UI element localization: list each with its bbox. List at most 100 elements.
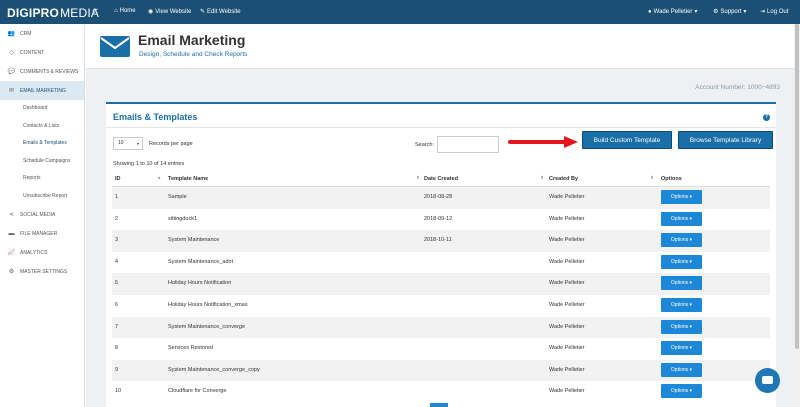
options-button[interactable]: Options ▾ xyxy=(661,276,702,291)
account-number: Account Number: 1000−4893 xyxy=(695,84,780,91)
sort-asc-icon[interactable]: ▲ xyxy=(157,175,161,180)
options-button[interactable]: Options ▾ xyxy=(661,341,702,356)
chat-icon[interactable] xyxy=(755,368,780,393)
nav-edit-website-label: Edit Website xyxy=(207,8,241,15)
table-row[interactable]: 4 System Maintenance_adot Wade Pelletier Op… xyxy=(112,252,770,274)
column-header-template-name[interactable]: Template Name xyxy=(168,176,208,182)
table-row[interactable]: 6 Holiday Hours Notification_xmas Wade Pel… xyxy=(112,295,770,317)
sidebar-sub-contacts-lists[interactable]: Contacts & Lists xyxy=(0,118,84,136)
cell-id: 1 xyxy=(115,194,119,200)
edit-icon: ✎ xyxy=(200,9,206,15)
sidebar-item-master-settings[interactable]: ⚙ MASTER SETTINGS xyxy=(0,262,84,281)
page-header: Email Marketing Design, Schedule and Che… xyxy=(86,24,794,69)
cell-by: Wade Pelletier xyxy=(549,366,585,373)
cell-name: sittingduck1 xyxy=(168,215,198,222)
user-menu[interactable]: ● Wade Pelletier ▾ xyxy=(648,8,697,16)
sort-icon[interactable]: ⇕ xyxy=(540,175,544,181)
cell-name: System Maintenance xyxy=(168,237,220,244)
table-row[interactable]: 7 System Maintenance_converge Wade Pelleti… xyxy=(112,316,770,339)
panel-title: Emails & Templates xyxy=(113,112,198,122)
sidebar-item-content[interactable]: ◇ CONTENT xyxy=(0,43,84,62)
cell-id: 3 xyxy=(115,237,119,244)
table-header: ID ▲ Template Name ⇕ Date Created ⇕ Crea… xyxy=(112,171,770,187)
column-header-created-by[interactable]: Created By xyxy=(549,176,578,182)
sidebar-sub-reports[interactable]: Reports xyxy=(0,170,84,188)
options-button[interactable]: Options ▾ xyxy=(661,211,702,226)
cell-name: Services Restored xyxy=(168,345,213,352)
sort-icon[interactable]: ⇕ xyxy=(416,175,420,181)
options-button[interactable]: Options ▾ xyxy=(661,384,702,399)
folder-icon: ▬ xyxy=(8,230,15,237)
table-body: 1 Sample 2018-08-28 Wade Pelletier Options ▾… xyxy=(112,187,770,403)
search-label: Search: xyxy=(415,142,434,148)
nav-home[interactable]: ⌂ Home xyxy=(114,8,136,14)
options-button[interactable]: Options ▾ xyxy=(661,297,702,312)
sidebar-item-crm[interactable]: 👥 CRM xyxy=(0,24,84,43)
table-row[interactable]: 5 Holiday Hours Notification Wade Pelletie… xyxy=(112,273,770,295)
records-per-page-select[interactable]: 10 ▾ xyxy=(113,137,143,150)
nav-view-website-label: View Website xyxy=(155,8,192,15)
browse-template-library-button[interactable]: Browse Template Library xyxy=(678,131,773,149)
cell-name: System Maintenance_converge xyxy=(168,323,246,330)
support-menu[interactable]: ⚙ Support ▾ xyxy=(713,8,746,16)
build-custom-template-button[interactable]: Build Custom Template xyxy=(582,131,672,149)
cell-id: 4 xyxy=(115,258,119,265)
sidebar-item-social-media[interactable]: ⋖ SOCIAL MEDIA xyxy=(0,205,84,224)
sidebar-item-label: EMAIL MARKETING xyxy=(20,87,66,94)
sidebar-sub-dashboard[interactable]: Dashboard xyxy=(0,100,84,118)
sidebar-item-file-manager[interactable]: ▬ FILE MANAGER xyxy=(0,224,84,243)
sidebar-item-email-marketing[interactable]: ✉ EMAIL MARKETING xyxy=(0,81,84,100)
sidebar-sub-schedule-campaigns[interactable]: Schedule Campaigns xyxy=(0,153,84,171)
envelope-icon xyxy=(100,36,130,57)
sidebar-item-label: FILE MANAGER xyxy=(20,230,58,237)
share-icon: ⋖ xyxy=(8,212,15,218)
diamond-icon: ◇ xyxy=(9,50,14,56)
gear-icon: ⚙ xyxy=(713,9,719,15)
table-row[interactable]: 10 Cloudflare for Converge Wade Pelletier O… xyxy=(112,381,770,403)
sidebar-item-label: ANALYTICS xyxy=(20,249,48,256)
envelope-icon: ✉ xyxy=(8,88,15,94)
search-input[interactable] xyxy=(437,136,499,153)
collapse-sidebar-icon[interactable]: « xyxy=(92,5,98,17)
top-bar: DIGIPROMEDIA « ⌂ Home ◉ View Website ✎ E… xyxy=(0,0,800,24)
cell-name: Holiday Hours Notification xyxy=(168,280,232,287)
column-header-date-created[interactable]: Date Created xyxy=(424,176,458,182)
table-row[interactable]: 8 Services Restored Wade Pelletier Options … xyxy=(112,338,770,360)
cell-by: Wade Pelletier xyxy=(549,301,585,308)
nav-edit-website[interactable]: ✎ Edit Website xyxy=(200,8,241,16)
cell-name: System Maintenance_adot xyxy=(168,258,234,265)
logout-label: Log Out xyxy=(767,8,789,15)
logout-icon: ⇥ xyxy=(760,9,766,15)
options-button[interactable]: Options ▾ xyxy=(661,362,702,377)
options-button[interactable]: Options ▾ xyxy=(661,233,702,248)
options-button[interactable]: Options ▾ xyxy=(661,319,702,334)
pagination-hint[interactable] xyxy=(430,403,448,407)
sidebar-sub-emails-templates[interactable]: Emails & Templates xyxy=(0,135,84,153)
sidebar-item-analytics[interactable]: 📈 ANALYTICS xyxy=(0,243,84,262)
sidebar-sub-unsubscribe-report[interactable]: Unsubscribe Report xyxy=(0,188,84,206)
table-row[interactable]: 9 System Maintenance_converge_copy Wade Pe… xyxy=(112,359,770,382)
sidebar-item-label: CONTENT xyxy=(20,49,45,56)
scrollbar-thumb[interactable] xyxy=(795,24,799,349)
logout-link[interactable]: ⇥ Log Out xyxy=(760,8,789,16)
column-header-id[interactable]: ID xyxy=(115,176,121,182)
users-icon: 👥 xyxy=(7,31,16,37)
table-row[interactable]: 3 System Maintenance 2018-10-11 Wade Pellet… xyxy=(112,230,770,252)
table-row[interactable]: 2 sittingduck1 2018-09-12 Wade Pelletier Opt… xyxy=(112,209,770,231)
records-per-page-label: Records per page xyxy=(149,141,193,147)
help-icon[interactable]: ? xyxy=(763,114,770,121)
chart-icon: 📈 xyxy=(7,250,16,256)
page-title: Email Marketing xyxy=(138,32,246,48)
table-row[interactable]: 1 Sample 2018-08-28 Wade Pelletier Options ▾ xyxy=(112,187,770,209)
sidebar-item-comments-reviews[interactable]: 💬 COMMENTS & REVIEWS xyxy=(0,62,84,81)
brand-logo[interactable]: DIGIPROMEDIA xyxy=(7,6,99,20)
sidebar-item-label: COMMENTS & REVIEWS xyxy=(20,68,79,75)
options-button[interactable]: Options ▾ xyxy=(661,254,702,269)
options-button[interactable]: Options ▾ xyxy=(661,190,702,204)
sidebar: 👥 CRM ◇ CONTENT 💬 COMMENTS & REVIEWS ✉ E… xyxy=(0,24,85,407)
page-subtitle: Design, Schedule and Check Reports xyxy=(139,51,248,58)
sort-icon[interactable]: ⇕ xyxy=(650,175,654,181)
cell-by: Wade Pelletier xyxy=(549,345,585,352)
comment-icon: 💬 xyxy=(7,69,16,75)
nav-view-website[interactable]: ◉ View Website xyxy=(148,8,192,16)
